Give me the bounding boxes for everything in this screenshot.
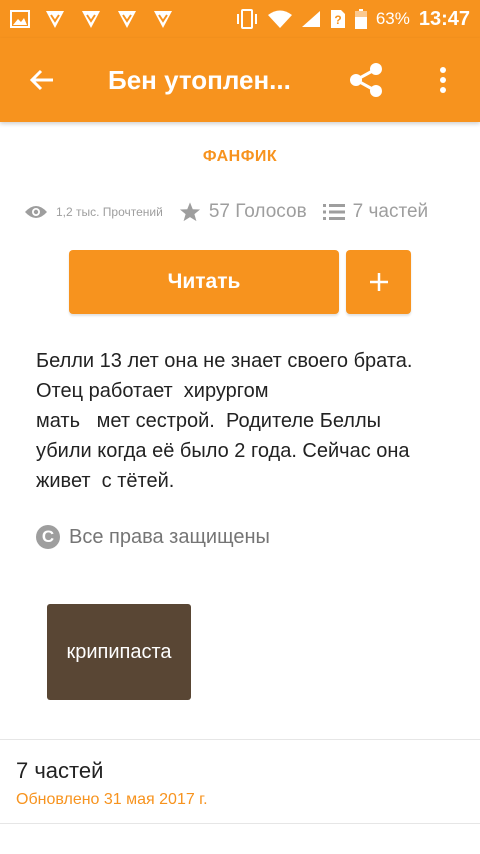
- reads-count: 1,2 тыс. Прочтений: [56, 205, 163, 219]
- add-to-library-button[interactable]: [346, 250, 411, 314]
- battery-icon: [354, 9, 367, 29]
- divider: [0, 739, 480, 740]
- eye-icon: [25, 206, 47, 218]
- story-description: Белли 13 лет она не знает своего брата. …: [36, 346, 456, 496]
- copyright-notice: C Все права защищены: [36, 523, 270, 551]
- app-bar: Бен утоплен...: [0, 38, 480, 122]
- divider: [0, 823, 480, 824]
- plus-icon: [369, 273, 388, 291]
- parts-stat: 7 частей: [322, 201, 429, 223]
- app-notification-icon: [152, 8, 174, 30]
- app-notification-icon: [44, 8, 66, 30]
- list-icon: [322, 204, 345, 220]
- battery-percent: 63%: [375, 9, 410, 28]
- vibrate-icon: [235, 9, 259, 29]
- share-button[interactable]: [340, 58, 392, 102]
- status-bar: ? 63% 13:47: [0, 0, 480, 38]
- copyright-icon: C: [36, 525, 60, 549]
- reads-stat: 1,2 тыс. Прочтений: [24, 204, 163, 220]
- wifi-icon: [267, 10, 292, 28]
- tag-chip[interactable]: крипипаста: [47, 604, 191, 700]
- read-button[interactable]: Читать: [69, 250, 339, 314]
- parts-title[interactable]: 7 частей: [16, 758, 103, 784]
- description-line: живет с тётей.: [36, 470, 175, 492]
- more-options-button[interactable]: [420, 58, 466, 102]
- story-category[interactable]: ФАНФИК: [0, 148, 480, 166]
- updated-date: Обновлено 31 мая 2017 г.: [16, 791, 208, 808]
- description-line: мать мет сестрой. Родителе Беллы: [36, 410, 382, 432]
- description-line: Белли 13 лет она не знает своего брата.: [36, 350, 413, 372]
- story-title: Бен утоплен...: [108, 64, 291, 95]
- description-line: убили когда её было 2 года. Сейчас она: [36, 440, 410, 462]
- more-vert-icon: [440, 67, 446, 93]
- gallery-icon: [10, 10, 30, 28]
- story-stats: 1,2 тыс. Прочтений 57 Голосов 7 частей: [24, 196, 464, 228]
- clock: 13:47: [418, 7, 470, 30]
- parts-count: 7 частей: [352, 201, 429, 222]
- share-icon: [350, 63, 382, 97]
- app-notification-icon: [116, 8, 138, 30]
- star-icon: [179, 202, 200, 222]
- back-arrow-icon: [29, 69, 53, 91]
- votes-count: 57 Голосов: [208, 201, 307, 222]
- app-notification-icon: [80, 8, 102, 30]
- signal-icon: [301, 10, 321, 28]
- sim-unknown-icon: ?: [330, 9, 346, 29]
- back-button[interactable]: [0, 38, 84, 122]
- votes-stat: 57 Голосов: [179, 201, 307, 223]
- copyright-label: Все права защищены: [69, 525, 270, 548]
- description-line: Отец работает хирургом: [36, 380, 269, 402]
- svg-text:?: ?: [334, 13, 341, 27]
